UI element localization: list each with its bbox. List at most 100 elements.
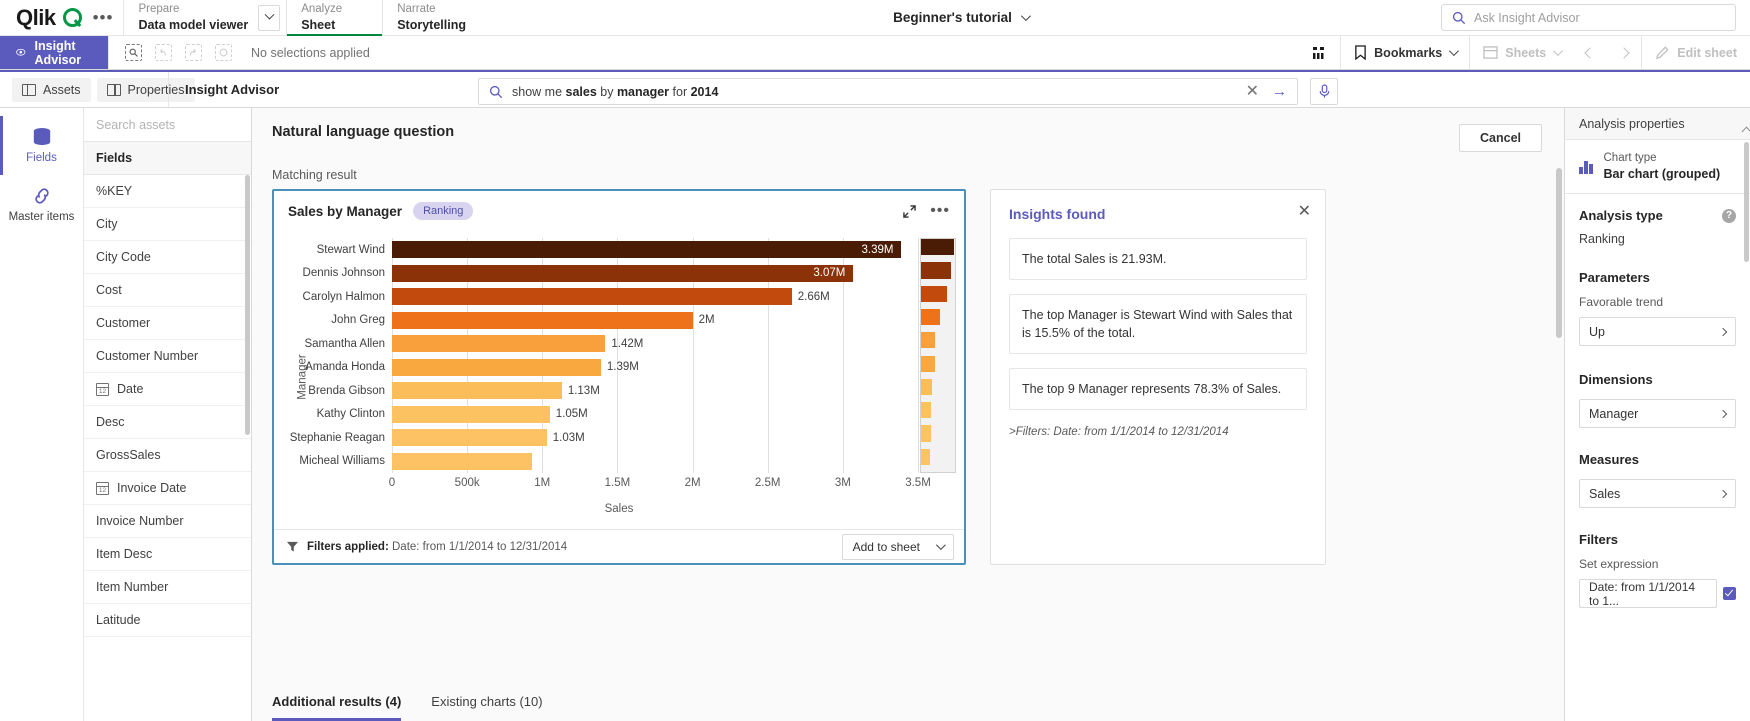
bar-row[interactable]: Stewart Wind3.39M [392,238,918,262]
insight-advisor-tab[interactable]: Insight Advisor [0,36,108,69]
bar[interactable] [392,429,547,446]
tab-existing-charts[interactable]: Existing charts (10) [431,694,542,721]
assets-field-list[interactable]: %KEYCityCity CodeCostCustomerCustomer Nu… [84,175,251,721]
asset-field-row[interactable]: GrossSales [84,439,251,472]
dimensions-title: Dimensions [1579,372,1736,387]
prepare-dropdown-button[interactable] [258,5,280,31]
bar[interactable]: 3.39M [392,241,901,258]
bar[interactable] [392,359,601,376]
right-panel-scrollbar[interactable] [1744,142,1749,262]
analysis-type-title-row: Analysis type ? [1579,208,1736,223]
asset-field-row[interactable]: Invoice Number [84,505,251,538]
help-icon[interactable]: ? [1722,209,1736,223]
clear-query-icon[interactable]: ✕ [1242,84,1263,100]
bar-category-label: Carolyn Halmon [303,291,385,303]
selection-search-button[interactable] [119,40,147,66]
expand-icon[interactable] [903,205,916,218]
bar[interactable] [392,312,693,329]
submit-query-arrow-icon[interactable]: → [1272,83,1287,100]
bar[interactable] [392,288,792,305]
bookmarks-button[interactable]: Bookmarks [1340,36,1469,69]
add-to-sheet-button[interactable]: Add to sheet [842,534,954,560]
tab-additional-results[interactable]: Additional results (4) [272,694,401,721]
favorable-trend-select[interactable]: Up [1579,317,1736,346]
nav-analyze[interactable]: Analyze Sheet [286,0,382,35]
chart-more-options-icon[interactable]: ••• [930,207,950,215]
assets-toggle-button[interactable]: Assets [12,78,91,102]
bar-row[interactable]: Amanda Honda1.39M [392,356,918,380]
asset-field-row[interactable]: Cost [84,274,251,307]
bar-row[interactable]: Stephanie Reagan1.03M [392,426,918,450]
nav-narrate-category: Narrate [397,2,466,17]
bar-row[interactable]: Kathy Clinton1.05M [392,403,918,427]
rail-item-fields-label: Fields [26,152,57,164]
asset-field-row[interactable]: Latitude [84,604,251,637]
asset-field-row[interactable]: City [84,208,251,241]
edit-sheet-button[interactable]: Edit sheet [1641,36,1750,69]
bar-row[interactable]: Brenda Gibson1.13M [392,379,918,403]
asset-field-row[interactable]: Customer Number [84,340,251,373]
asset-field-row[interactable]: Item Number [84,571,251,604]
bar[interactable] [392,335,605,352]
asset-field-row[interactable]: 12Date [84,373,251,406]
measure-select[interactable]: Sales [1579,479,1736,508]
asset-field-label: Item Number [96,580,168,594]
assets-search-input[interactable]: Search assets [84,108,251,142]
rail-item-master-items[interactable]: Master items [0,175,83,234]
bar-row[interactable]: Dennis Johnson3.07M [392,262,918,286]
voice-input-button[interactable] [1310,78,1338,105]
main-scrollbar[interactable] [1556,168,1562,338]
minimap-bar [921,262,951,278]
bar-row[interactable]: Carolyn Halmon2.66M [392,285,918,309]
bar[interactable]: 3.07M [392,265,853,282]
calendar-icon: 12 [96,383,109,396]
minimap-bar [921,309,940,325]
chart-minimap-scrollbar[interactable] [920,238,956,473]
asset-field-row[interactable]: %KEY [84,175,251,208]
previous-sheet-button[interactable] [1573,36,1607,69]
rail-item-fields[interactable]: Fields [0,116,83,175]
qlik-logo[interactable]: Qlik ••• [0,0,123,35]
asset-field-row[interactable]: Desc [84,406,251,439]
x-axis-tick-label: 1.5M [605,477,631,489]
filters-applied-text: Filters applied: Date: from 1/1/2014 to … [307,541,567,553]
nav-narrate[interactable]: Narrate Storytelling [382,0,480,35]
filter-enabled-checkbox[interactable] [1723,587,1736,600]
step-back-button[interactable] [149,40,177,66]
dimension-select[interactable]: Manager [1579,399,1736,428]
sheet-overview-button[interactable] [1298,36,1340,69]
x-axis-tick-label: 2M [685,477,701,489]
bar[interactable] [392,382,562,399]
app-menu-chevron-down-icon[interactable] [1021,11,1031,21]
asset-field-row[interactable]: Item Desc [84,538,251,571]
more-options-icon[interactable]: ••• [89,9,114,26]
natural-language-question-heading: Natural language question [272,124,454,140]
nav-prepare[interactable]: Prepare Data model viewer [123,0,286,35]
step-forward-button[interactable] [179,40,207,66]
app-title-area[interactable]: Beginner's tutorial [480,0,1441,35]
chart-type-row[interactable]: Chart type Bar chart (grouped) [1565,140,1750,194]
x-axis-tick-label: 500k [455,477,480,489]
asset-field-row[interactable]: 12Invoice Date [84,472,251,505]
nlq-search-input[interactable]: show me sales by manager for 2014 ✕ → [478,78,1298,105]
bar[interactable] [392,453,532,470]
next-sheet-button[interactable] [1607,36,1641,69]
close-icon[interactable]: ✕ [1298,204,1311,220]
nlq-dimension-token: manager [617,85,669,99]
bar[interactable] [392,406,550,423]
assets-scrollbar[interactable] [245,175,250,435]
chart-card[interactable]: Sales by Manager Ranking ••• Manager S [272,189,966,565]
bar-row[interactable]: Samantha Allen1.42M [392,332,918,356]
bar-row[interactable]: John Greg2M [392,309,918,333]
ask-insight-advisor-input[interactable]: Ask Insight Advisor [1441,4,1736,31]
bar-row[interactable]: Micheal Williams [392,450,918,474]
clear-selections-button[interactable] [209,40,237,66]
nlq-prefix: show me [512,85,566,99]
asset-field-row[interactable]: City Code [84,241,251,274]
measures-title: Measures [1579,452,1736,467]
bar-value-label: 3.07M [813,267,845,279]
filter-select[interactable]: Date: from 1/1/2014 to 1... [1579,579,1717,608]
cancel-button[interactable]: Cancel [1459,124,1542,152]
sheets-button[interactable]: Sheets [1469,36,1573,69]
asset-field-row[interactable]: Customer [84,307,251,340]
